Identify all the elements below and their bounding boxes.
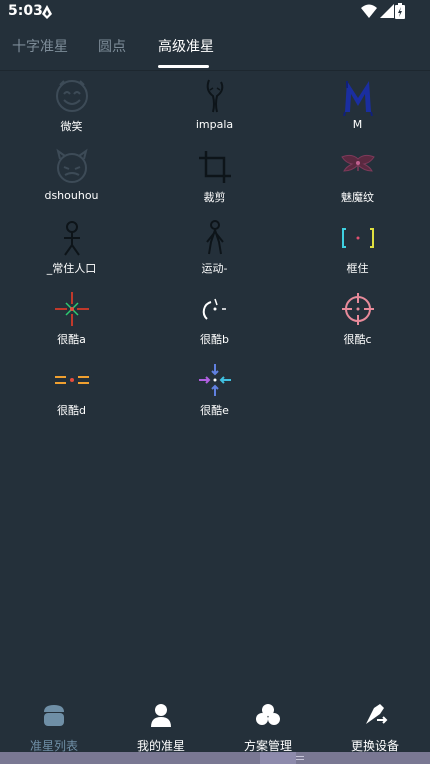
succubus-mark-crosshair-icon bbox=[340, 154, 375, 172]
grip-icon bbox=[296, 756, 304, 757]
tab-advanced[interactable]: 高级准星 bbox=[158, 36, 214, 56]
crosshair-label: 裁剪 bbox=[203, 191, 226, 204]
crosshair-item-cool-a[interactable]: 很酷a bbox=[0, 285, 143, 356]
crosshair-item-succubus[interactable]: 魅魔纹 bbox=[286, 143, 429, 214]
bottom-navigation: 准星列表 我的准星 方案管理 更换设备 bbox=[0, 694, 430, 753]
nav-scheme-management[interactable]: 方案管理 bbox=[214, 694, 322, 753]
crosshair-item-impala[interactable]: impala bbox=[143, 72, 286, 143]
crosshair-item-cool-d[interactable]: 很酷d bbox=[0, 356, 143, 427]
nav-crosshair-list[interactable]: 准星列表 bbox=[0, 694, 108, 753]
crosshair-label: M bbox=[352, 118, 363, 131]
battery-icon bbox=[395, 3, 405, 19]
system-gesture-bar bbox=[0, 752, 430, 764]
crop-crosshair-icon bbox=[198, 151, 231, 183]
crosshair-label: 很酷c bbox=[343, 333, 372, 346]
crosshair-item-sport[interactable]: 运动- bbox=[143, 214, 286, 285]
m-letter-crosshair-icon bbox=[342, 81, 373, 116]
running-figure-crosshair-icon bbox=[205, 220, 224, 255]
bracket-frame-crosshair-icon bbox=[341, 228, 374, 248]
crosshair-label: dshouhou bbox=[44, 189, 99, 202]
cellular-signal-icon bbox=[380, 4, 394, 18]
devil-face-crosshair-icon bbox=[55, 148, 88, 183]
cool-d-crosshair-icon bbox=[54, 376, 89, 384]
crosshair-item-resident[interactable]: _常住人口 bbox=[0, 214, 143, 285]
crosshair-list-icon bbox=[44, 705, 64, 726]
crosshair-label: 很酷d bbox=[57, 404, 86, 417]
crosshair-item-cool-b[interactable]: 很酷b bbox=[143, 285, 286, 356]
clover-icon bbox=[256, 704, 280, 725]
status-time: 5:03 bbox=[8, 3, 43, 19]
crosshair-label: 运动- bbox=[201, 262, 228, 275]
crosshair-item-smile[interactable]: 微笑 bbox=[0, 72, 143, 143]
crosshair-item-cool-c[interactable]: 很酷c bbox=[286, 285, 429, 356]
crosshair-label: impala bbox=[195, 118, 234, 131]
crosshair-label: _常住人口 bbox=[46, 262, 97, 275]
crosshair-label: 很酷a bbox=[57, 333, 86, 346]
crosshair-item-dshouhou[interactable]: dshouhou bbox=[0, 143, 143, 214]
cool-c-crosshair-icon bbox=[341, 293, 374, 325]
active-tab-indicator bbox=[158, 65, 209, 68]
category-tabs: 十字准星 圆点 高级准星 bbox=[0, 26, 430, 71]
user-icon bbox=[151, 704, 171, 727]
cool-e-crosshair-icon bbox=[198, 364, 231, 396]
crosshair-item-crop[interactable]: 裁剪 bbox=[143, 143, 286, 214]
tab-cross[interactable]: 十字准星 bbox=[12, 36, 68, 56]
cool-a-crosshair-icon bbox=[54, 292, 89, 326]
crosshair-label: 很酷e bbox=[200, 404, 229, 417]
crosshair-item-cool-e[interactable]: 很酷e bbox=[143, 356, 286, 427]
crosshair-item-m[interactable]: M bbox=[286, 72, 429, 143]
crosshair-label: 微笑 bbox=[60, 120, 83, 133]
crosshair-label: 魅魔纹 bbox=[341, 191, 374, 204]
stick-figure-crosshair-icon bbox=[63, 221, 80, 256]
impala-crosshair-icon bbox=[206, 79, 223, 113]
crosshair-label: 框住 bbox=[346, 262, 369, 275]
floating-toggle-handle[interactable] bbox=[260, 752, 296, 764]
nav-my-crosshair[interactable]: 我的准星 bbox=[107, 694, 215, 753]
smiley-crosshair-icon bbox=[55, 80, 88, 112]
swap-device-icon bbox=[366, 704, 388, 724]
crosshair-item-frame[interactable]: 框住 bbox=[286, 214, 429, 285]
crosshair-label: 很酷b bbox=[200, 333, 229, 346]
status-bar: 5:03 bbox=[0, 0, 430, 26]
cool-b-crosshair-icon bbox=[202, 298, 226, 320]
tab-dot[interactable]: 圆点 bbox=[98, 36, 126, 56]
app-notification-icon bbox=[42, 5, 52, 19]
nav-change-device[interactable]: 更换设备 bbox=[321, 694, 429, 753]
wifi-icon bbox=[361, 4, 377, 18]
